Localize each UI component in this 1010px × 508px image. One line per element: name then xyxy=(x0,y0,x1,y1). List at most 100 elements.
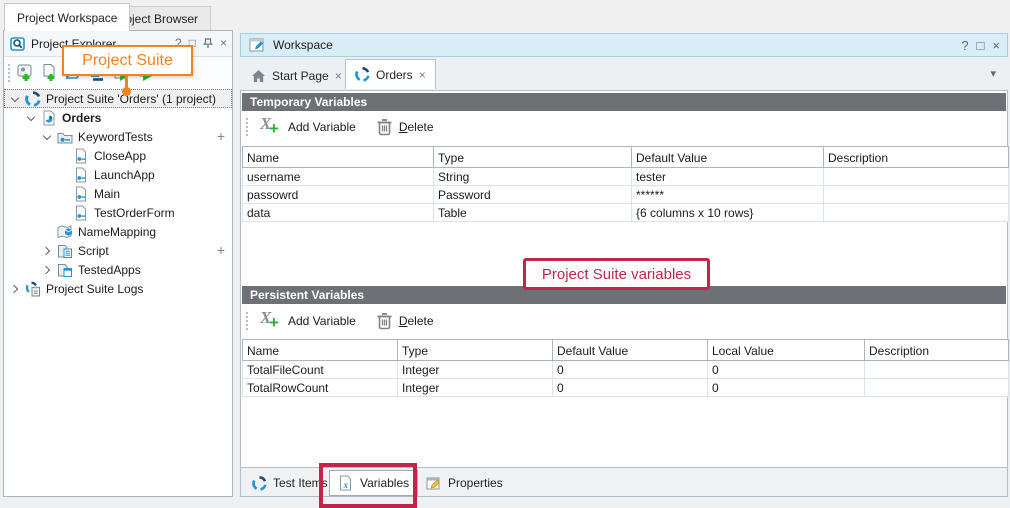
tree-item-project-suite[interactable]: Project Suite 'Orders' (1 project) xyxy=(4,89,232,108)
tree-item-orders-project[interactable]: Orders xyxy=(4,108,232,127)
document-tab-strip: Start Page × Orders × ▾ xyxy=(240,57,1008,90)
column-header-name[interactable]: Name xyxy=(243,147,434,168)
cell-type[interactable]: Table xyxy=(434,204,632,222)
temporary-variables-header: Temporary Variables xyxy=(242,93,1006,111)
tree-item-label: TestedApps xyxy=(76,263,141,277)
variables-tab-highlight-box xyxy=(319,463,417,508)
add-project-button[interactable] xyxy=(38,61,62,85)
cell-name[interactable]: passowrd xyxy=(243,186,434,204)
panel-pin-icon[interactable] xyxy=(203,38,213,49)
tree-item-label: NameMapping xyxy=(76,225,156,239)
home-icon xyxy=(251,69,266,83)
column-header-name[interactable]: Name xyxy=(243,340,398,361)
toolbar-drag-handle[interactable] xyxy=(246,312,248,330)
name-mapping-icon xyxy=(57,224,73,240)
tree-item-launchapp[interactable]: LaunchApp xyxy=(4,165,232,184)
expand-chevron-icon[interactable] xyxy=(8,282,22,296)
tree-item-testedapps[interactable]: TestedApps xyxy=(4,260,232,279)
panel-close-icon[interactable]: × xyxy=(220,36,227,50)
cell-type[interactable]: String xyxy=(434,168,632,186)
cell-type[interactable]: Integer xyxy=(398,379,553,397)
delete-button[interactable]: Delete xyxy=(399,314,434,328)
tree-item-label: KeywordTests xyxy=(76,130,153,144)
column-header-default-value[interactable]: Default Value xyxy=(553,340,708,361)
delete-icon[interactable] xyxy=(376,118,393,136)
collapse-chevron-icon[interactable] xyxy=(40,130,54,144)
tab-project-workspace[interactable]: Project Workspace xyxy=(4,3,130,31)
delete-button[interactable]: Delete xyxy=(399,120,434,134)
cell-description[interactable] xyxy=(824,186,1009,204)
tab-close-icon[interactable]: × xyxy=(419,68,426,82)
tree-item-label: Project Suite Logs xyxy=(44,282,143,296)
cell-default-value[interactable]: tester xyxy=(632,168,824,186)
tree-item-label: Orders xyxy=(60,111,101,125)
toolbar-drag-handle[interactable] xyxy=(8,64,10,82)
tree-item-namemapping[interactable]: NameMapping xyxy=(4,222,232,241)
add-variable-icon[interactable]: X+ xyxy=(258,311,282,331)
persistent-variables-toolbar: X+ Add Variable Delete xyxy=(242,305,1006,337)
toolbar-drag-handle[interactable] xyxy=(246,118,248,136)
tree-item-project-suite-logs[interactable]: Project Suite Logs xyxy=(4,279,232,298)
tree-item-script[interactable]: Script + xyxy=(4,241,232,260)
expand-chevron-icon[interactable] xyxy=(40,263,54,277)
table-row[interactable]: passowrd Password ****** xyxy=(243,186,1009,204)
keyword-tests-folder-icon xyxy=(57,129,73,145)
column-header-default-value[interactable]: Default Value xyxy=(632,147,824,168)
cell-name[interactable]: TotalFileCount xyxy=(243,361,398,379)
tree-item-main[interactable]: Main xyxy=(4,184,232,203)
cell-name[interactable]: TotalRowCount xyxy=(243,379,398,397)
cell-type[interactable]: Integer xyxy=(398,361,553,379)
delete-icon[interactable] xyxy=(376,312,393,330)
cell-description[interactable] xyxy=(865,361,1009,379)
keyword-test-icon xyxy=(73,148,89,164)
tree-item-keywordtests[interactable]: KeywordTests + xyxy=(4,127,232,146)
cell-local-value[interactable]: 0 xyxy=(708,379,865,397)
table-row[interactable]: TotalFileCount Integer 0 0 xyxy=(243,361,1009,379)
cell-name[interactable]: data xyxy=(243,204,434,222)
project-suite-icon xyxy=(25,91,41,107)
table-header-row: Name Type Default Value Local Value Desc… xyxy=(243,340,1009,361)
collapse-chevron-icon[interactable] xyxy=(24,111,38,125)
column-header-type[interactable]: Type xyxy=(398,340,553,361)
add-project-suite-button[interactable] xyxy=(14,61,38,85)
tab-list-dropdown-icon[interactable]: ▾ xyxy=(990,67,996,80)
add-variable-icon[interactable]: X+ xyxy=(258,117,282,137)
cell-default-value[interactable]: {6 columns x 10 rows} xyxy=(632,204,824,222)
workspace-close-icon[interactable]: × xyxy=(992,38,1000,53)
cell-default-value[interactable]: ****** xyxy=(632,186,824,204)
add-variable-button[interactable]: Add Variable xyxy=(288,314,356,328)
table-row[interactable]: data Table {6 columns x 10 rows} xyxy=(243,204,1009,222)
cell-local-value[interactable]: 0 xyxy=(708,361,865,379)
cell-description[interactable] xyxy=(865,379,1009,397)
workspace-help-icon[interactable]: ? xyxy=(961,38,968,53)
tree-item-testorderform[interactable]: TestOrderForm xyxy=(4,203,232,222)
add-child-button[interactable]: + xyxy=(217,243,225,257)
add-variable-button[interactable]: Add Variable xyxy=(288,120,356,134)
tab-close-icon[interactable]: × xyxy=(335,69,342,83)
column-header-description[interactable]: Description xyxy=(865,340,1009,361)
workspace-maximize-icon[interactable]: □ xyxy=(977,38,985,53)
project-suite-icon xyxy=(355,67,370,82)
table-row[interactable]: TotalRowCount Integer 0 0 xyxy=(243,379,1009,397)
collapse-chevron-icon[interactable] xyxy=(8,92,22,106)
column-header-local-value[interactable]: Local Value xyxy=(708,340,865,361)
persistent-variables-title: Persistent Variables xyxy=(250,288,364,302)
cell-default-value[interactable]: 0 xyxy=(553,361,708,379)
script-folder-icon xyxy=(57,243,73,259)
tab-properties[interactable]: Properties xyxy=(418,472,511,494)
table-row[interactable]: username String tester xyxy=(243,168,1009,186)
column-header-type[interactable]: Type xyxy=(434,147,632,168)
cell-type[interactable]: Password xyxy=(434,186,632,204)
tree-item-closeapp[interactable]: CloseApp xyxy=(4,146,232,165)
cell-name[interactable]: username xyxy=(243,168,434,186)
expand-chevron-icon[interactable] xyxy=(40,244,54,258)
cell-description[interactable] xyxy=(824,168,1009,186)
tab-start-page[interactable]: Start Page × xyxy=(242,63,351,89)
cell-default-value[interactable]: 0 xyxy=(553,379,708,397)
tab-properties-label: Properties xyxy=(448,476,503,490)
add-child-button[interactable]: + xyxy=(217,129,225,143)
column-header-description[interactable]: Description xyxy=(824,147,1009,168)
cell-description[interactable] xyxy=(824,204,1009,222)
temporary-variables-table: Name Type Default Value Description user… xyxy=(242,146,1009,222)
tab-orders[interactable]: Orders × xyxy=(345,59,436,89)
